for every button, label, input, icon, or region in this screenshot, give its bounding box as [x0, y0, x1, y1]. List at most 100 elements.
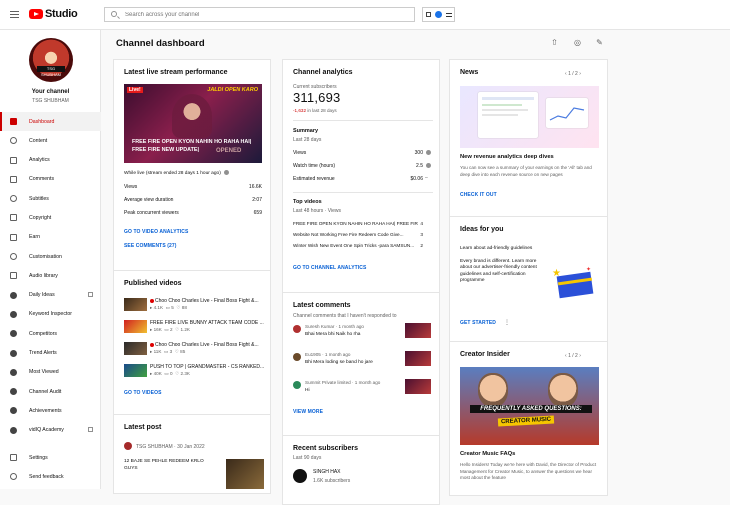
- video-thumbnail[interactable]: [124, 298, 147, 311]
- get-started-link[interactable]: GET STARTED: [460, 320, 496, 326]
- comment-item[interactable]: Suresh Kumar · 1 month ago Bhai Mera bhi …: [293, 323, 431, 347]
- video-analytics-link[interactable]: GO TO VIDEO ANALYTICS: [124, 229, 188, 235]
- live-summary: While live (stream ended 28 days 1 hour …: [124, 170, 264, 176]
- sidebar-item-settings[interactable]: Settings: [0, 448, 101, 467]
- commenter-avatar: [293, 381, 301, 389]
- live-dot-icon: [150, 342, 154, 347]
- daily-ideas-icon: [10, 291, 17, 299]
- search-box[interactable]: [104, 7, 415, 22]
- info-icon[interactable]: [223, 170, 229, 175]
- video-list-item[interactable]: FREE FIRE LIVE BUNNY ATTACK TEAM CODE ..…: [124, 320, 267, 334]
- video-thumbnail[interactable]: [124, 342, 147, 355]
- sidebar-item-label: Daily Ideas: [29, 292, 55, 299]
- sidebar-item-copyright[interactable]: Copyright: [0, 208, 101, 227]
- sidebar-item-analytics[interactable]: Analytics: [0, 151, 101, 170]
- channel-avatar[interactable]: TSG SHUBHAM: [29, 38, 73, 82]
- sidebar-item-subtitles[interactable]: Subtitles: [0, 189, 101, 208]
- sidebar-item-content[interactable]: Content: [0, 131, 101, 150]
- video-list-item[interactable]: Choo Choo Charles Live - Final Boss Figh…: [124, 298, 267, 312]
- next-icon[interactable]: ›: [579, 71, 581, 77]
- sidebar: TSG SHUBHAM Your channel TSG SHUBHAM Das…: [0, 30, 101, 489]
- competitors-icon: [10, 330, 17, 338]
- sidebar-item-keyword-inspector[interactable]: Keyword Inspector: [0, 305, 101, 324]
- comment-item[interactable]: Eu1905 · 1 month ago Bhi Mera loding se b…: [293, 351, 431, 375]
- view-more-link[interactable]: VIEW MORE: [293, 409, 323, 415]
- sidebar-item-daily-ideas[interactable]: Daily Ideas: [0, 286, 101, 305]
- analytics-icon: [10, 156, 17, 164]
- sidebar-item-label: Copyright: [29, 214, 52, 221]
- sidebar-item-earn[interactable]: Earn: [0, 228, 101, 247]
- comment-video-thumbnail[interactable]: [405, 351, 431, 366]
- account-avatar-icon[interactable]: [435, 11, 442, 18]
- go-live-icon[interactable]: ◎: [573, 38, 582, 47]
- summary-title: Summary: [293, 128, 319, 134]
- thumbnail-top-text: JALDI OPEN KARO: [207, 87, 258, 93]
- prev-icon[interactable]: ‹: [565, 71, 567, 77]
- options-icon[interactable]: [446, 13, 452, 17]
- sidebar-item-trend-alerts[interactable]: Trend Alerts: [0, 344, 101, 363]
- sidebar-item-comments[interactable]: Comments: [0, 170, 101, 189]
- go-to-videos-link[interactable]: GO TO VIDEOS: [124, 390, 162, 396]
- post-image[interactable]: [226, 459, 264, 489]
- video-thumbnail[interactable]: [124, 364, 147, 377]
- creator-thumbnail[interactable]: FREQUENTLY ASKED QUESTIONS: CREATOR MUSI…: [460, 367, 599, 445]
- check-it-out-link[interactable]: CHECK IT OUT: [460, 192, 497, 198]
- video-list-item[interactable]: PUSH TO TOP | GRANDMASTER - CS RANKED...…: [124, 364, 267, 378]
- divider: [293, 192, 433, 193]
- subscriber-avatar[interactable]: [293, 469, 307, 483]
- channel-analytics-link[interactable]: GO TO CHANNEL ANALYTICS: [293, 265, 366, 271]
- card-title: Creator Insider: [460, 351, 510, 358]
- sidebar-bottom-nav: Settings Send feedback: [0, 448, 101, 487]
- sidebar-item-most-viewed[interactable]: Most Viewed: [0, 363, 101, 382]
- subscriber-name[interactable]: SINGH HAX: [313, 469, 341, 475]
- see-comments-link[interactable]: SEE COMMENTS (27): [124, 243, 177, 249]
- extension-icon[interactable]: [426, 12, 431, 17]
- search-input[interactable]: [125, 9, 410, 20]
- commenter-avatar: [293, 353, 301, 361]
- comment-video-thumbnail[interactable]: [405, 379, 431, 394]
- stat-row: Average view duration 2:07: [124, 197, 262, 203]
- news-image[interactable]: [460, 86, 599, 148]
- card-title: Recent subscribers: [293, 445, 358, 452]
- next-icon[interactable]: ›: [579, 353, 581, 359]
- upload-icon[interactable]: ⇧: [550, 38, 559, 47]
- sidebar-item-label: Send feedback: [29, 473, 64, 480]
- comments-subtitle: Channel comments that I haven't responde…: [293, 313, 397, 319]
- sidebar-item-customisation[interactable]: Customisation: [0, 247, 101, 266]
- sidebar-item-send-feedback[interactable]: Send feedback: [0, 467, 101, 486]
- news-text: You can now see a summary of your earnin…: [460, 165, 592, 177]
- ideas-illustration: ★ ✦: [552, 266, 596, 302]
- info-icon[interactable]: [426, 163, 431, 168]
- sidebar-nav: Dashboard Content Analytics Comments Subtitl…: [0, 112, 101, 440]
- sidebar-item-label: Achievements: [29, 407, 62, 414]
- card-title: Published videos: [124, 280, 182, 287]
- live-thumbnail[interactable]: Live! JALDI OPEN KARO FREE FIRE OPEN KYO…: [124, 84, 262, 163]
- summary-row: Watch time (hours) 2.5: [293, 163, 423, 169]
- top-video-row[interactable]: Website Not Working Free Fire Redeem Cod…: [293, 232, 423, 237]
- top-videos-range: Last 48 hours · Views: [293, 208, 341, 214]
- top-video-row[interactable]: Winter Wish New Event One Spin Tricks -p…: [293, 243, 423, 248]
- more-options-icon[interactable]: ⋮: [504, 319, 510, 326]
- subscriber-count: 311,693: [293, 90, 341, 105]
- create-post-icon[interactable]: ✎: [595, 38, 604, 47]
- sidebar-item-label: Earn: [29, 234, 40, 241]
- sidebar-item-channel-audit[interactable]: Channel Audit: [0, 382, 101, 401]
- info-icon[interactable]: [426, 150, 431, 155]
- top-bar: Studio: [0, 0, 730, 30]
- sidebar-item-achievements[interactable]: Achievements: [0, 401, 101, 420]
- dashboard-icon: [10, 118, 17, 125]
- top-video-row[interactable]: FREE FIRE OPEN KYON NAHIN HO RAHA HAI| F…: [293, 221, 423, 226]
- menu-icon[interactable]: [10, 11, 19, 18]
- ideas-subtitle: Learn about ad-friendly guidelines: [460, 246, 533, 251]
- sidebar-item-audio-library[interactable]: Audio library: [0, 266, 101, 285]
- sidebar-item-dashboard[interactable]: Dashboard: [0, 112, 101, 132]
- youtube-logo-icon[interactable]: [29, 9, 43, 19]
- sidebar-item-competitors[interactable]: Competitors: [0, 324, 101, 343]
- prev-icon[interactable]: ‹: [565, 353, 567, 359]
- video-list-item[interactable]: Choo Choo Charles Live - Final Boss Figh…: [124, 342, 267, 356]
- sidebar-item-vidiq-academy[interactable]: vidIQ Academy: [0, 421, 101, 440]
- video-thumbnail[interactable]: [124, 320, 147, 333]
- comment-video-thumbnail[interactable]: [405, 323, 431, 338]
- post-author-avatar: [124, 442, 132, 450]
- comment-item[interactable]: Summit Private limited · 1 month ago Hi: [293, 379, 431, 403]
